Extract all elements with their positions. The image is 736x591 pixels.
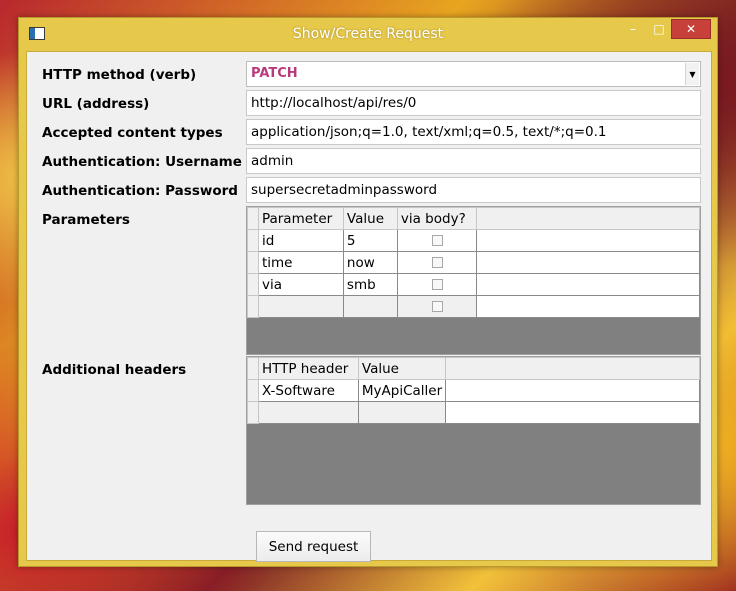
param-value-cell[interactable]: smb xyxy=(342,273,398,296)
column-header-via-body[interactable]: via body? xyxy=(396,207,477,230)
method-label: HTTP method (verb) xyxy=(42,67,197,83)
row-header[interactable] xyxy=(247,229,259,252)
param-value-cell[interactable]: now xyxy=(342,251,398,274)
username-input[interactable]: admin xyxy=(246,148,701,174)
method-value: PATCH xyxy=(251,66,298,81)
accept-input[interactable]: application/json;q=1.0, text/xml;q=0.5, … xyxy=(246,119,701,145)
via-body-checkbox[interactable] xyxy=(431,235,443,246)
column-header-value[interactable]: Value xyxy=(357,357,447,380)
password-input[interactable]: supersecretadminpassword xyxy=(246,177,701,203)
via-body-cell[interactable] xyxy=(396,229,477,252)
parameters-grid[interactable]: Parameter Value via body? id 5 time now xyxy=(246,206,701,355)
parameters-label: Parameters xyxy=(42,212,130,228)
column-header-http-header[interactable]: HTTP header xyxy=(257,357,359,380)
title-bar[interactable]: Show/Create Request – □ ✕ xyxy=(19,18,717,51)
headers-grid[interactable]: HTTP header Value X-Software MyApiCaller xyxy=(246,356,701,505)
filler-cell xyxy=(475,273,701,296)
url-input[interactable]: http://localhost/api/res/0 xyxy=(246,90,701,116)
via-body-checkbox[interactable] xyxy=(431,257,443,268)
table-row[interactable]: via smb xyxy=(247,273,701,296)
grid-corner xyxy=(247,207,259,230)
close-button[interactable]: ✕ xyxy=(671,19,711,39)
new-param-name-cell[interactable] xyxy=(257,295,344,318)
row-header[interactable] xyxy=(247,401,259,424)
method-select[interactable]: PATCH ▼ xyxy=(246,61,701,87)
via-body-cell[interactable] xyxy=(396,273,477,296)
row-header[interactable] xyxy=(247,273,259,296)
row-header[interactable] xyxy=(247,295,259,318)
form-panel: HTTP method (verb) PATCH ▼ URL (address)… xyxy=(26,51,712,562)
column-header-filler xyxy=(475,207,701,230)
new-param-value-cell[interactable] xyxy=(342,295,398,318)
table-row[interactable]: id 5 xyxy=(247,229,701,252)
headers-label: Additional headers xyxy=(42,362,187,378)
param-name-cell[interactable]: id xyxy=(257,229,344,252)
filler-cell xyxy=(445,401,700,424)
param-name-cell[interactable]: time xyxy=(257,251,344,274)
new-header-name-cell[interactable] xyxy=(257,401,359,424)
accept-label: Accepted content types xyxy=(42,125,223,141)
param-value-cell[interactable]: 5 xyxy=(342,229,398,252)
grid-corner xyxy=(247,357,259,380)
request-window: Show/Create Request – □ ✕ HTTP method (v… xyxy=(18,17,718,567)
via-body-checkbox[interactable] xyxy=(431,279,443,290)
window-title: Show/Create Request xyxy=(292,26,444,42)
via-body-checkbox[interactable] xyxy=(431,301,443,312)
new-row[interactable] xyxy=(247,295,701,318)
send-request-button[interactable]: Send request xyxy=(256,531,371,562)
new-header-value-cell[interactable] xyxy=(357,401,447,424)
column-header-filler xyxy=(445,357,700,380)
minimize-button[interactable]: – xyxy=(619,19,647,39)
new-row[interactable] xyxy=(247,401,700,424)
password-label: Authentication: Password xyxy=(42,183,238,199)
via-body-cell[interactable] xyxy=(396,251,477,274)
column-header-value[interactable]: Value xyxy=(342,207,398,230)
table-row[interactable]: time now xyxy=(247,251,701,274)
filler-cell xyxy=(475,229,701,252)
url-label: URL (address) xyxy=(42,96,150,112)
row-header[interactable] xyxy=(247,379,259,402)
table-row[interactable]: X-Software MyApiCaller xyxy=(247,379,700,402)
filler-cell xyxy=(445,379,700,402)
header-name-cell[interactable]: X-Software xyxy=(257,379,359,402)
param-name-cell[interactable]: via xyxy=(257,273,344,296)
filler-cell xyxy=(475,251,701,274)
filler-cell xyxy=(475,295,701,318)
column-header-parameter[interactable]: Parameter xyxy=(257,207,344,230)
maximize-button[interactable]: □ xyxy=(647,19,671,39)
row-header[interactable] xyxy=(247,251,259,274)
header-value-cell[interactable]: MyApiCaller xyxy=(357,379,447,402)
dropdown-arrow-icon[interactable]: ▼ xyxy=(685,63,699,85)
username-label: Authentication: Username xyxy=(42,154,242,170)
via-body-cell[interactable] xyxy=(396,295,477,318)
